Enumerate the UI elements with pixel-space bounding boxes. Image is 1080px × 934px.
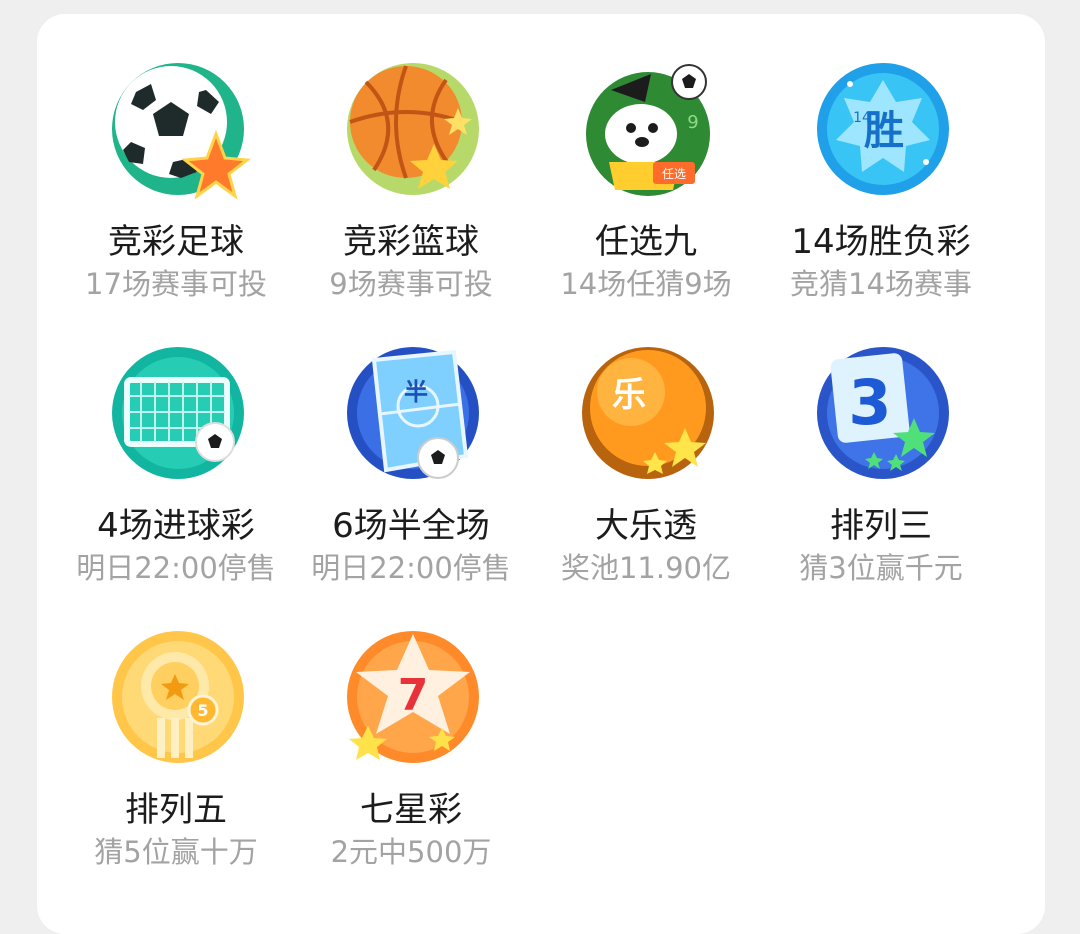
svg-text:3: 3 (848, 366, 891, 439)
svg-text:5: 5 (197, 701, 208, 720)
svg-text:任选: 任选 (662, 167, 686, 181)
lottery-item-4-goal[interactable]: 4场进球彩 明日22:00停售 (60, 346, 292, 596)
svg-text:9: 9 (687, 112, 698, 133)
goal-net-icon (111, 346, 245, 480)
lottery-subtitle: 奖池11.90亿 (560, 551, 732, 585)
lottery-name: 4场进球彩 (97, 506, 255, 546)
lottery-item-jingcai-soccer[interactable]: 竞彩足球 17场赛事可投 (60, 62, 292, 312)
lottery-name: 大乐透 (595, 506, 697, 546)
lottery-item-qi-xing-cai[interactable]: 7 七星彩 2元中500万 (295, 630, 527, 880)
svg-text:乐: 乐 (612, 375, 646, 415)
svg-text:7: 7 (398, 670, 429, 721)
lottery-subtitle: 14场任猜9场 (560, 267, 732, 301)
lottery-item-renxuan-nine[interactable]: 任选 9 任选九 14场任猜9场 (530, 62, 762, 312)
lottery-name: 排列三 (830, 506, 932, 546)
half-field-icon: 半 (346, 346, 480, 480)
win-badge-icon: 胜 14 (816, 62, 950, 196)
lottery-subtitle: 猜3位赢千元 (799, 551, 963, 585)
lottery-subtitle: 2元中500万 (330, 835, 492, 869)
lottery-item-pai-lie-san[interactable]: 3 排列三 猜3位赢千元 (765, 346, 997, 596)
lottery-name: 排列五 (125, 790, 227, 830)
lottery-subtitle: 明日22:00停售 (76, 551, 276, 585)
lottery-name: 14场胜负彩 (791, 222, 971, 262)
lottery-subtitle: 猜5位赢十万 (94, 835, 258, 869)
lottery-item-da-le-tou[interactable]: 乐 大乐透 奖池11.90亿 (530, 346, 762, 596)
basketball-star-icon (346, 62, 480, 196)
mascot-soccer-icon: 任选 9 (581, 62, 715, 196)
lottery-name: 竞彩篮球 (343, 222, 479, 262)
lottery-item-6-half-full[interactable]: 半 6场半全场 明日22:00停售 (295, 346, 527, 596)
seven-star-icon: 7 (346, 630, 480, 764)
lottery-name: 任选九 (595, 222, 697, 262)
lottery-item-pai-lie-wu[interactable]: 5 排列五 猜5位赢十万 (60, 630, 292, 880)
lotto-ball-icon: 乐 (581, 346, 715, 480)
lottery-subtitle: 17场赛事可投 (85, 267, 267, 301)
lottery-name: 七星彩 (360, 790, 462, 830)
lottery-name: 6场半全场 (332, 506, 490, 546)
lottery-item-jingcai-basketball[interactable]: 竞彩篮球 9场赛事可投 (295, 62, 527, 312)
lottery-name: 竞彩足球 (108, 222, 244, 262)
svg-text:半: 半 (404, 378, 428, 406)
soccer-ball-star-icon (111, 62, 251, 200)
lottery-subtitle: 竞猜14场赛事 (790, 267, 972, 301)
lottery-item-14-win-lose[interactable]: 胜 14 14场胜负彩 竞猜14场赛事 (765, 62, 997, 312)
number-three-icon: 3 (816, 346, 950, 480)
lottery-subtitle: 明日22:00停售 (311, 551, 511, 585)
svg-text:14: 14 (853, 110, 871, 126)
number-five-icon: 5 (111, 630, 245, 764)
lottery-subtitle: 9场赛事可投 (329, 267, 493, 301)
